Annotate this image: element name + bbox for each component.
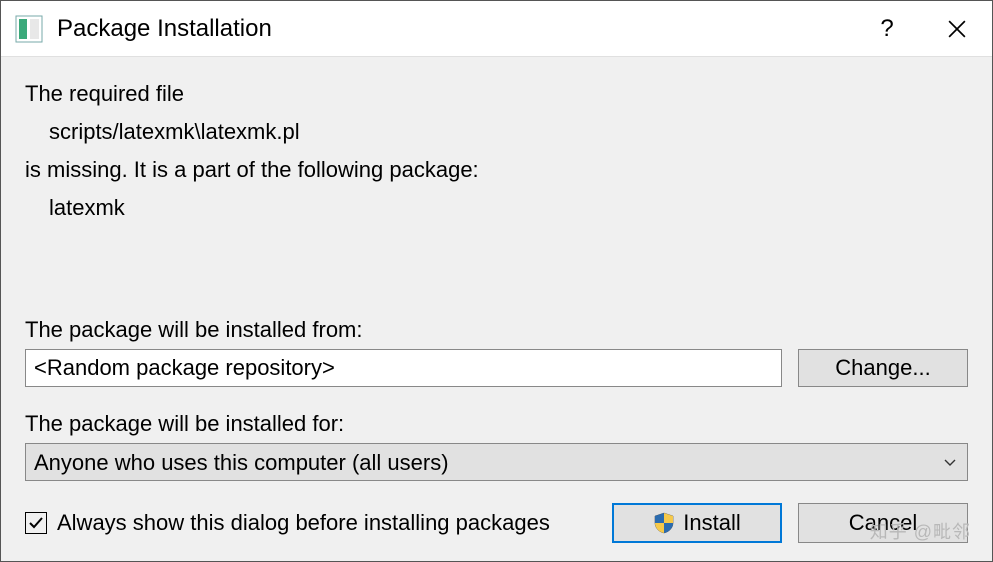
- change-button[interactable]: Change...: [798, 349, 968, 387]
- message-package-name: latexmk: [49, 195, 968, 221]
- dialog-content: The required file scripts/latexmk\latexm…: [1, 57, 992, 561]
- dialog-title: Package Installation: [57, 15, 852, 43]
- target-label: The package will be installed for:: [25, 411, 968, 437]
- always-show-checkbox-wrap[interactable]: Always show this dialog before installin…: [25, 510, 596, 536]
- install-button-label: Install: [683, 510, 740, 536]
- target-select-wrap: Anyone who uses this computer (all users…: [25, 443, 968, 481]
- shield-icon: [653, 512, 675, 534]
- titlebar: Package Installation ?: [1, 1, 992, 57]
- target-select[interactable]: Anyone who uses this computer (all users…: [25, 443, 968, 481]
- always-show-checkbox[interactable]: [25, 512, 47, 534]
- message-filepath: scripts/latexmk\latexmk.pl: [49, 119, 968, 145]
- message-line-3: is missing. It is a part of the followin…: [25, 157, 968, 183]
- package-installation-dialog: Package Installation ? The required file…: [0, 0, 993, 562]
- source-label: The package will be installed from:: [25, 317, 968, 343]
- source-row: Change...: [25, 349, 968, 387]
- bottom-row: Always show this dialog before installin…: [25, 503, 968, 543]
- message-line-1: The required file: [25, 81, 968, 107]
- cancel-button-label: Cancel: [849, 510, 917, 536]
- app-icon: [15, 15, 43, 43]
- change-button-label: Change...: [835, 355, 930, 381]
- always-show-label: Always show this dialog before installin…: [57, 510, 550, 536]
- install-button[interactable]: Install: [612, 503, 782, 543]
- cancel-button[interactable]: Cancel: [798, 503, 968, 543]
- close-button[interactable]: [922, 1, 992, 57]
- help-button[interactable]: ?: [852, 1, 922, 57]
- title-controls: ?: [852, 1, 992, 56]
- source-input[interactable]: [25, 349, 782, 387]
